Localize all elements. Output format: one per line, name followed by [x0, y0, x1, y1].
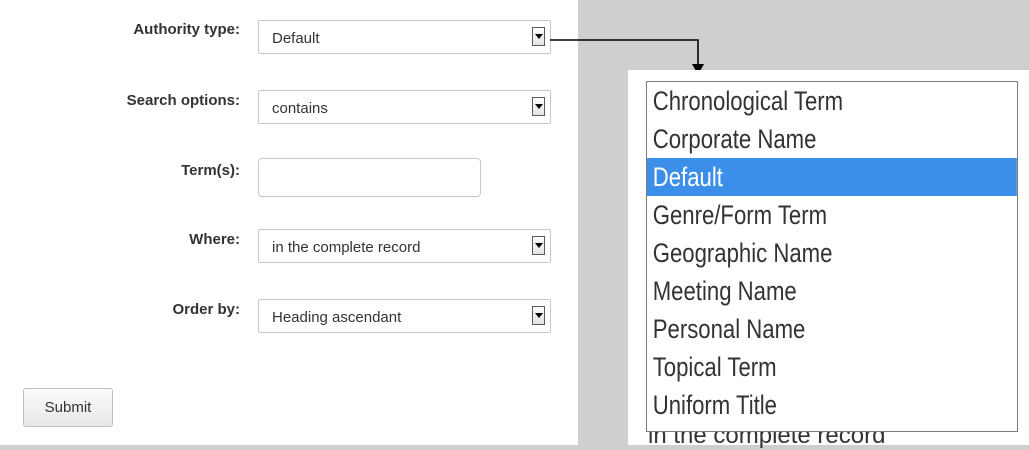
order-by-label: Order by:	[172, 301, 240, 318]
where-dropdown-button[interactable]	[532, 236, 545, 255]
dropdown-option[interactable]: Uniform Title	[647, 386, 950, 424]
where-select[interactable]: in the complete record	[258, 229, 551, 263]
dropdown-option[interactable]: Geographic Name	[647, 234, 950, 272]
authority-type-select[interactable]: Default	[258, 20, 551, 54]
dropdown-option[interactable]: Topical Term	[647, 348, 950, 386]
authority-type-value: Default	[272, 30, 320, 47]
dropdown-option[interactable]: Personal Name	[647, 310, 950, 348]
dropdown-option[interactable]: Genre/Form Term	[647, 196, 950, 234]
search-options-dropdown-button[interactable]	[532, 97, 545, 116]
terms-input[interactable]	[258, 158, 481, 197]
search-options-label: Search options:	[126, 92, 240, 109]
order-by-select[interactable]: Heading ascendant	[258, 299, 551, 333]
authority-type-dropdown-list[interactable]: Chronological Term Corporate Name Defaul…	[646, 81, 1018, 432]
authority-type-dropdown-button[interactable]	[532, 27, 545, 46]
chevron-down-icon	[535, 104, 543, 109]
authority-type-label: Authority type:	[133, 21, 240, 38]
where-label: Where:	[189, 231, 240, 248]
chevron-down-icon	[535, 313, 543, 318]
submit-button[interactable]: Submit	[23, 388, 113, 427]
dropdown-option-selected[interactable]: Default	[647, 158, 1017, 196]
search-form-panel: Authority type: Default Search options: …	[0, 0, 578, 445]
order-by-value: Heading ascendant	[272, 309, 402, 326]
where-value: in the complete record	[272, 239, 421, 256]
dropdown-option[interactable]: Meeting Name	[647, 272, 950, 310]
terms-label: Term(s):	[181, 162, 240, 179]
search-options-select[interactable]: contains	[258, 90, 551, 124]
chevron-down-icon	[535, 34, 543, 39]
dropdown-option[interactable]: Corporate Name	[647, 120, 950, 158]
search-options-value: contains	[272, 100, 328, 117]
chevron-down-icon	[535, 243, 543, 248]
dropdown-option[interactable]: Chronological Term	[647, 82, 950, 120]
order-by-dropdown-button[interactable]	[532, 306, 545, 325]
